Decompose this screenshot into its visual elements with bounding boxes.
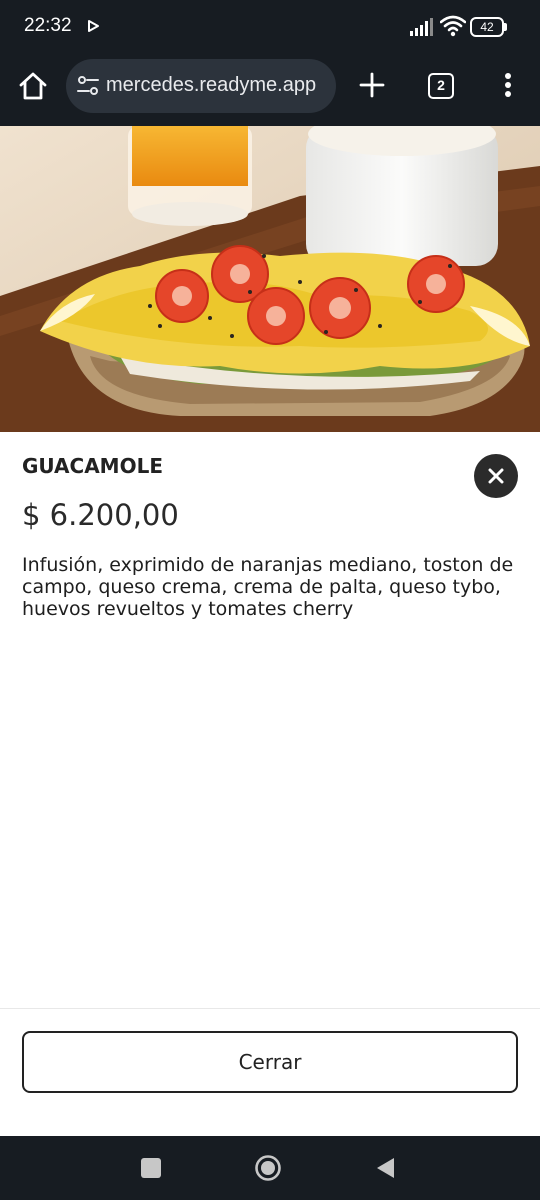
close-button[interactable]: Cerrar — [22, 1031, 518, 1093]
signal-icon — [410, 18, 433, 36]
more-vert-icon[interactable] — [496, 69, 520, 101]
home-icon[interactable] — [16, 69, 50, 103]
recents-icon[interactable] — [141, 1158, 161, 1178]
product-description: Infusión, exprimido de naranjas mediano,… — [22, 554, 514, 620]
system-navigation-bar — [0, 1136, 540, 1200]
battery-icon: 42 — [470, 17, 508, 37]
status-bar: 22:32 42 — [0, 0, 540, 56]
tune-icon[interactable] — [77, 75, 99, 97]
home-circle-icon[interactable] — [254, 1154, 282, 1182]
close-icon[interactable] — [474, 454, 518, 498]
sheet-footer: Cerrar — [0, 1008, 540, 1136]
product-name: GUACAMOLE — [22, 454, 163, 478]
url-text[interactable]: mercedes.readyme.app — [106, 74, 328, 100]
plus-icon[interactable] — [356, 69, 388, 101]
dish-photo — [0, 126, 540, 432]
back-icon[interactable] — [374, 1156, 396, 1180]
address-bar[interactable]: mercedes.readyme.app — [66, 59, 336, 113]
status-time: 22:32 — [24, 15, 72, 36]
product-details-sheet: GUACAMOLE $ 6.200,00 Infusión, exprimido… — [0, 432, 540, 1008]
browser-toolbar: mercedes.readyme.app 2 — [0, 56, 540, 126]
product-price: $ 6.200,00 — [22, 498, 179, 532]
product-image — [0, 126, 540, 432]
battery-level: 42 — [470, 17, 504, 37]
play-icon — [88, 20, 99, 32]
wifi-icon — [440, 15, 466, 37]
tab-switcher-button[interactable]: 2 — [428, 73, 454, 99]
